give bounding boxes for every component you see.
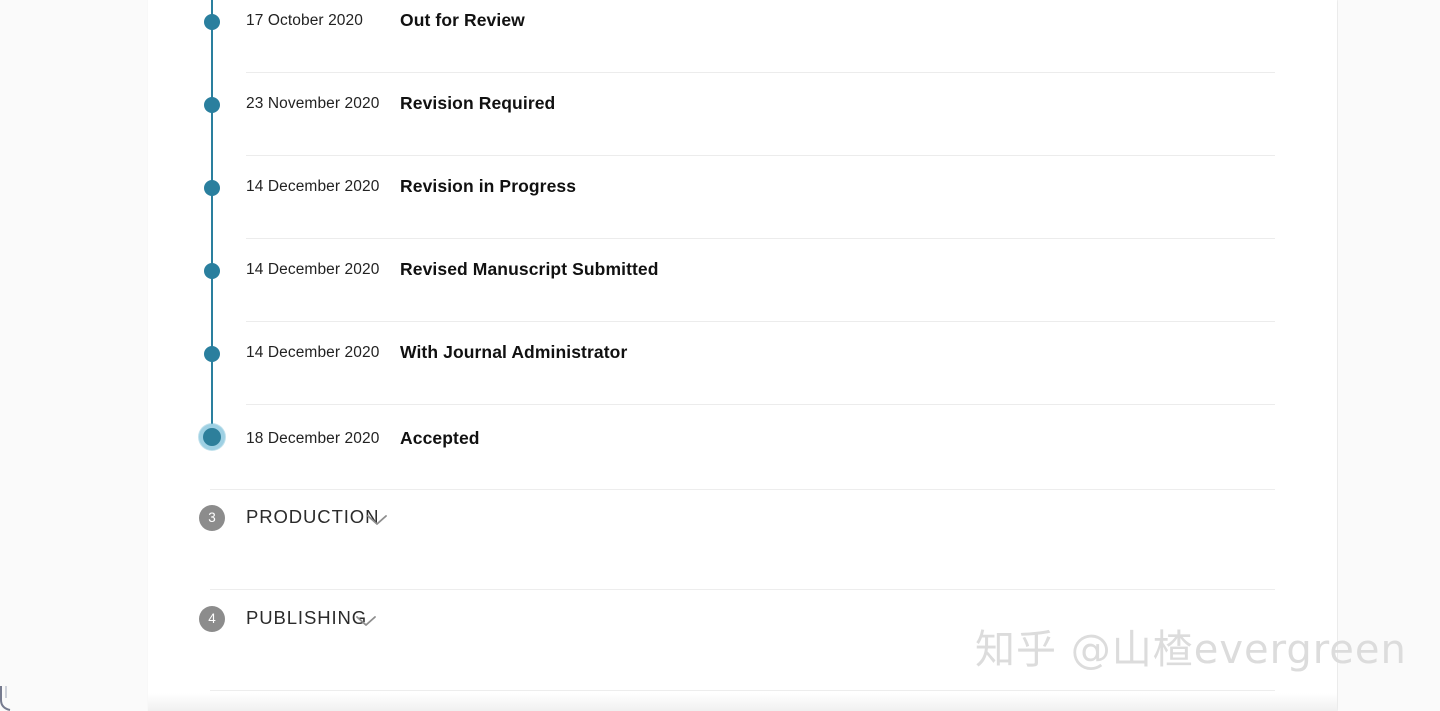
timeline-dot — [204, 14, 220, 30]
timeline-row-date: 14 December 2020 — [246, 344, 380, 361]
section-divider — [210, 690, 1275, 691]
timeline-dot — [204, 263, 220, 279]
page-bottom-fade — [148, 693, 1337, 711]
chevron-down-icon[interactable] — [366, 513, 388, 527]
section-number-badge: 3 — [199, 505, 225, 531]
section-label: PRODUCTION — [246, 506, 380, 527]
timeline-row-date: 23 November 2020 — [246, 95, 380, 112]
section-label: PUBLISHING — [246, 607, 368, 628]
timeline-row[interactable]: 14 December 2020 With Journal Administra… — [148, 322, 1337, 405]
left-gutter — [0, 0, 149, 711]
timeline-row-status: Out for Review — [400, 10, 525, 30]
timeline-row[interactable]: 14 December 2020 Revised Manuscript Subm… — [148, 239, 1337, 322]
timeline-dot — [204, 346, 220, 362]
timeline-row-status: Revision Required — [400, 93, 556, 113]
section-header-publishing[interactable]: 4 PUBLISHING — [148, 590, 1337, 691]
timeline-dot-active — [199, 424, 225, 450]
timeline-row-date: 18 December 2020 — [246, 430, 380, 447]
section-header-production[interactable]: 3 PRODUCTION — [148, 489, 1337, 590]
timeline-row-active[interactable]: 18 December 2020 Accepted — [148, 405, 1337, 488]
timeline-row-date: 14 December 2020 — [246, 178, 380, 195]
timeline-row-date: 14 December 2020 — [246, 261, 380, 278]
timeline-row-status: Revised Manuscript Submitted — [400, 259, 659, 279]
chevron-down-icon[interactable] — [355, 614, 377, 628]
timeline-dot — [204, 180, 220, 196]
bottom-left-corner-artifact — [0, 686, 16, 711]
right-gutter — [1338, 0, 1440, 711]
timeline-row[interactable]: 14 December 2020 Revision in Progress — [148, 156, 1337, 239]
timeline-row-status: With Journal Administrator — [400, 342, 628, 362]
timeline-row[interactable]: 23 November 2020 Revision Required — [148, 73, 1337, 156]
section-number-badge: 4 — [199, 606, 225, 632]
timeline-row[interactable]: 17 October 2020 Out for Review — [148, 0, 1337, 73]
screenshot-viewport: 17 October 2020 Out for Review 23 Novemb… — [0, 0, 1440, 711]
submission-timeline: 17 October 2020 Out for Review 23 Novemb… — [148, 0, 1337, 711]
timeline-row-date: 17 October 2020 — [246, 12, 363, 29]
timeline-row-status: Accepted — [400, 428, 480, 448]
timeline-row-status: Revision in Progress — [400, 176, 577, 196]
timeline-dot — [204, 97, 220, 113]
